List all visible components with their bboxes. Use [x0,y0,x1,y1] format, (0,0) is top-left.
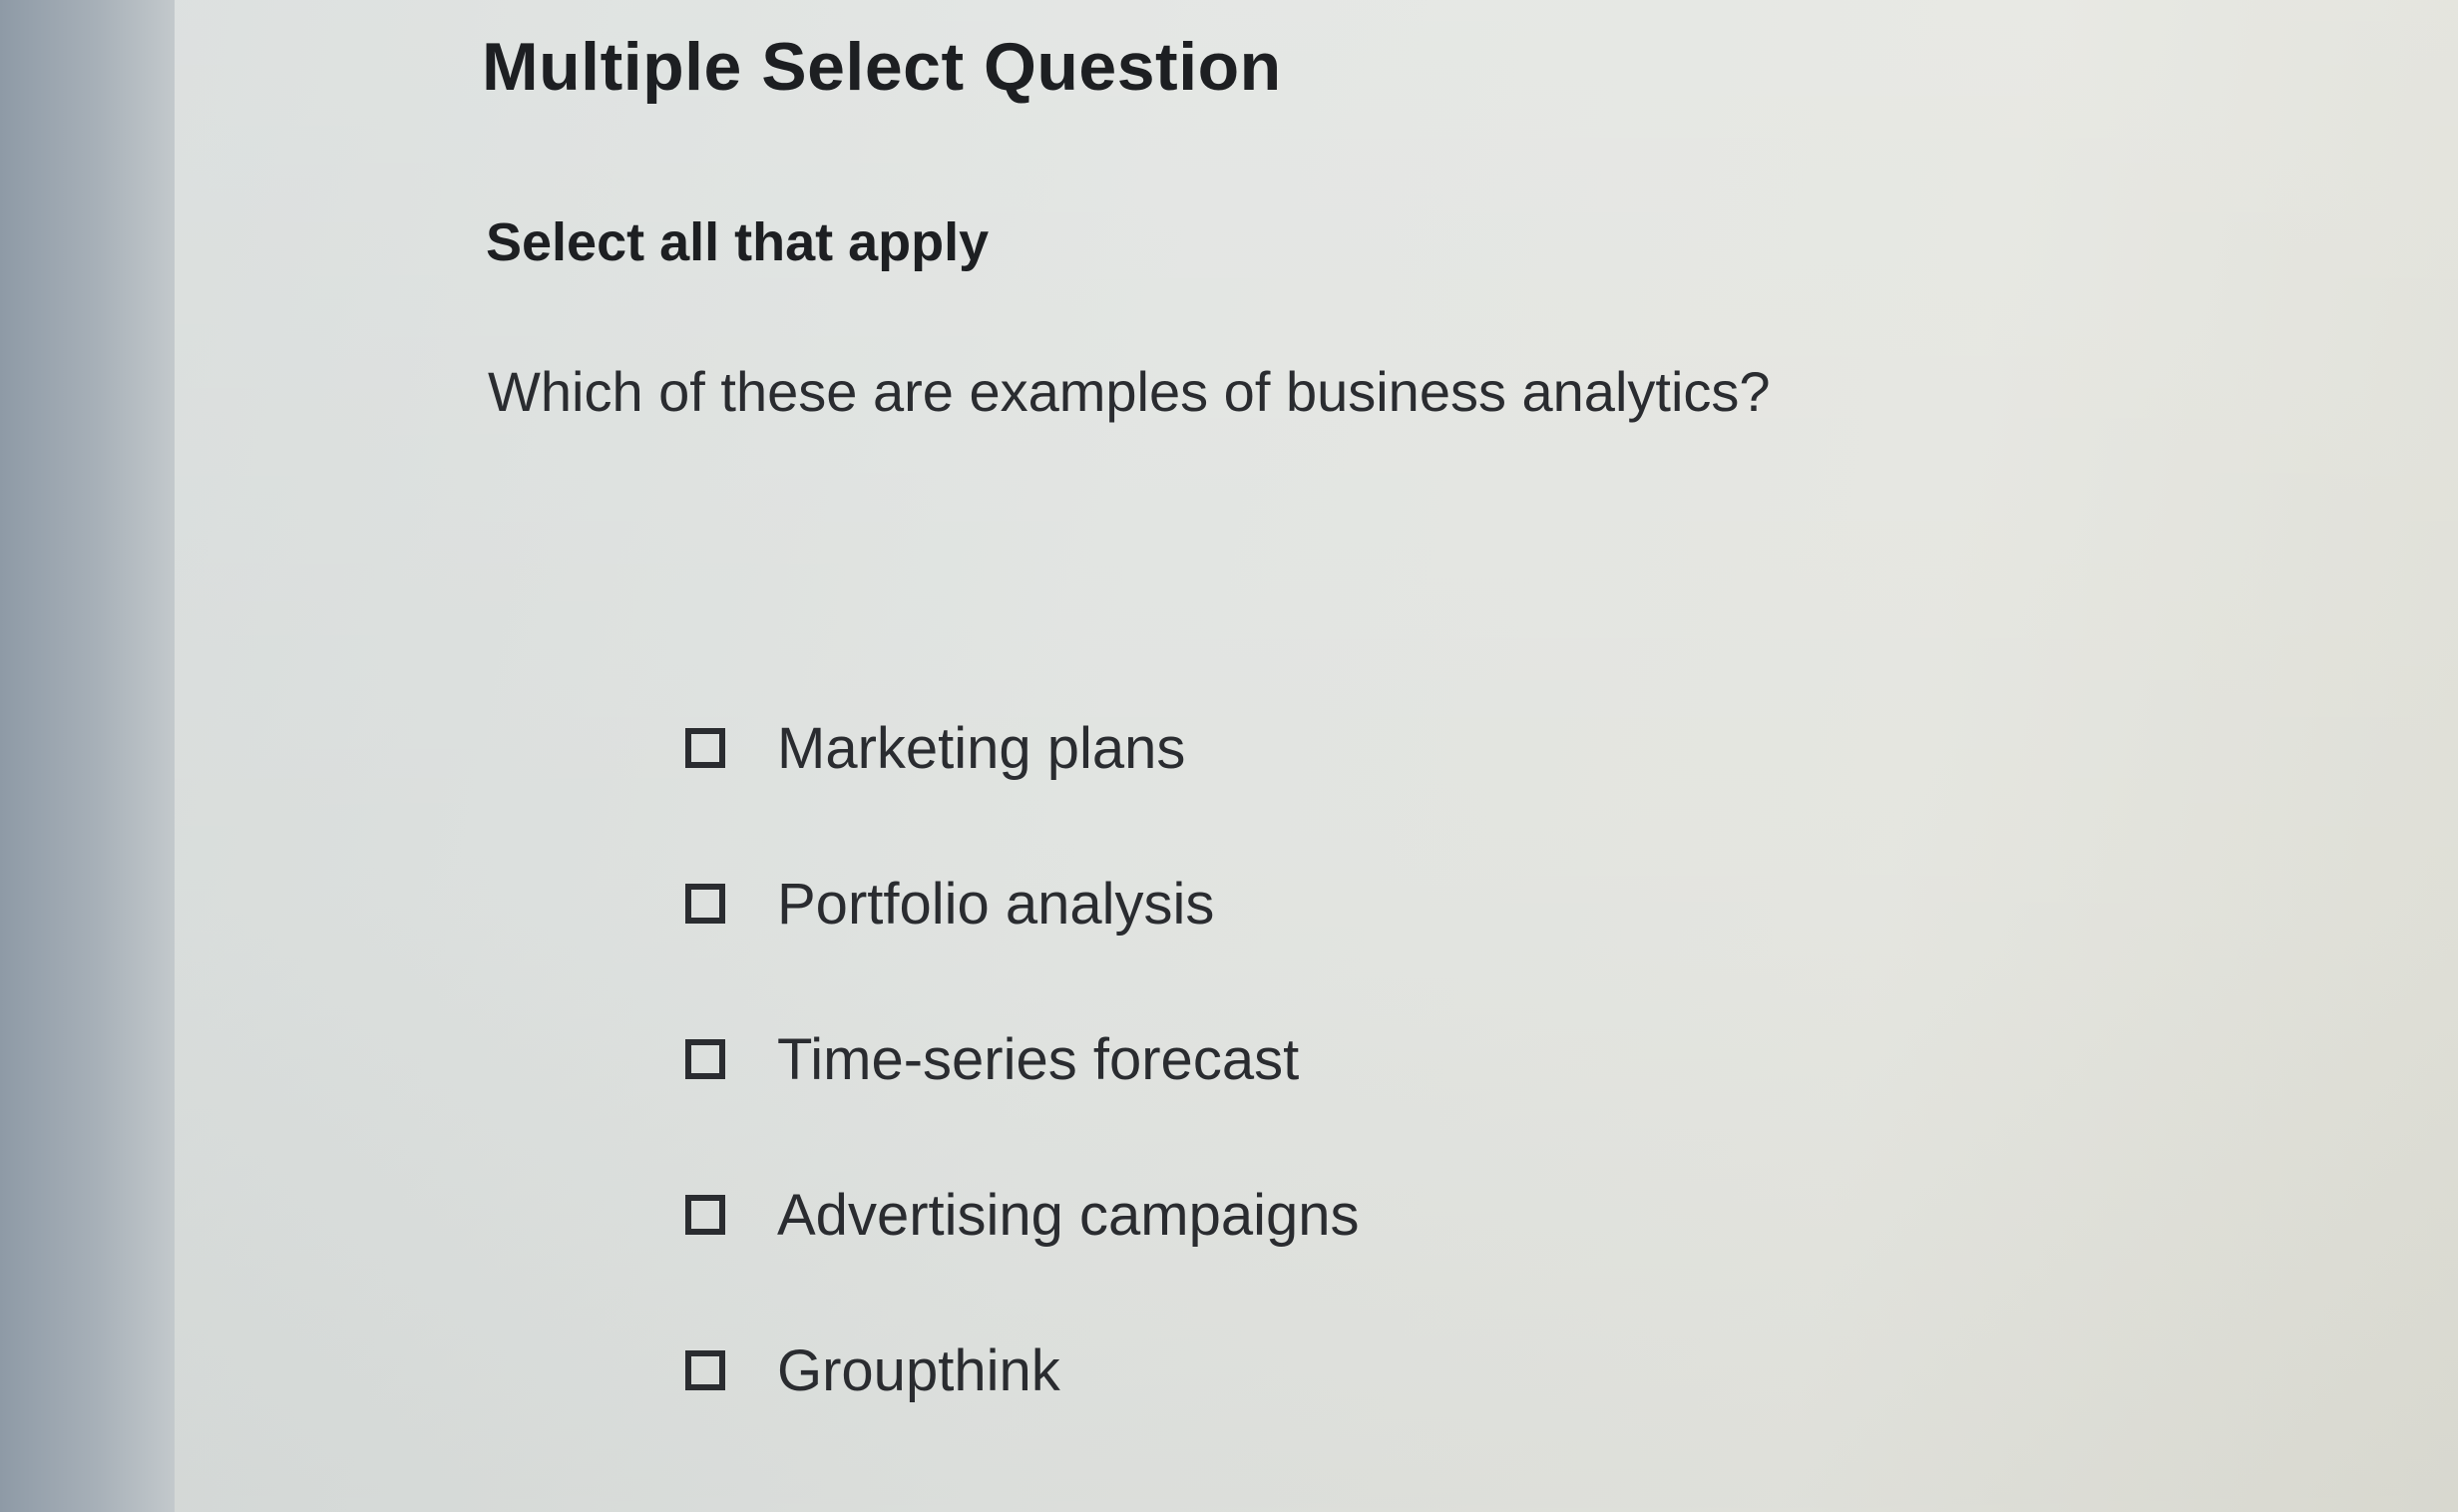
answer-option-groupthink[interactable]: Groupthink [685,1293,1360,1448]
question-prompt: Which of these are examples of business … [488,360,1771,423]
answer-option-time-series-forecast[interactable]: Time-series forecast [685,981,1360,1137]
question-instruction: Select all that apply [486,212,990,272]
left-sidebar-strip [0,0,175,1512]
answer-options-list: Marketing plans Portfolio analysis Time-… [685,670,1360,1448]
checkbox[interactable] [685,728,725,768]
option-label[interactable]: Marketing plans [777,715,1185,782]
checkbox[interactable] [685,884,725,924]
option-label[interactable]: Advertising campaigns [777,1182,1360,1249]
answer-option-marketing-plans[interactable]: Marketing plans [685,670,1360,826]
option-label[interactable]: Time-series forecast [777,1026,1299,1093]
checkbox[interactable] [685,1350,725,1390]
option-label[interactable]: Groupthink [777,1337,1060,1404]
checkbox[interactable] [685,1039,725,1079]
question-panel: Multiple Select Question Select all that… [175,0,2458,1512]
answer-option-advertising-campaigns[interactable]: Advertising campaigns [685,1137,1360,1293]
checkbox[interactable] [685,1195,725,1235]
answer-option-portfolio-analysis[interactable]: Portfolio analysis [685,826,1360,981]
option-label[interactable]: Portfolio analysis [777,871,1214,938]
question-type-title: Multiple Select Question [482,29,1282,105]
